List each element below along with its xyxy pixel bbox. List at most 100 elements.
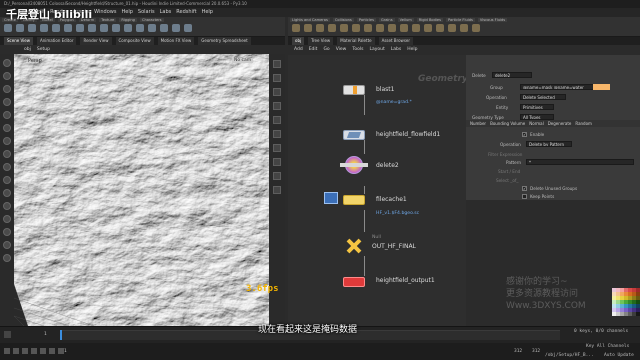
spray-paint-tool-icon[interactable] <box>124 24 132 32</box>
range-end-global[interactable]: 312 <box>532 349 540 354</box>
sphere-tool-icon[interactable] <box>16 24 24 32</box>
parameter-tab-2[interactable]: Normal <box>529 120 543 127</box>
curve-tool-icon[interactable] <box>100 24 108 32</box>
network-menu-item-4[interactable]: Tools <box>352 45 363 55</box>
delete-unused-checkbox[interactable]: ✓ <box>522 186 527 191</box>
auto-update-button[interactable]: Auto Update <box>604 353 634 358</box>
null-tool-icon[interactable] <box>64 24 72 32</box>
display-options-icon[interactable] <box>273 60 281 68</box>
shelf-tab-1[interactable]: Collisions <box>332 18 354 22</box>
scene-viewport[interactable]: Persp No cam <box>14 54 269 326</box>
node-body[interactable] <box>343 277 365 287</box>
move-tool-icon[interactable] <box>3 72 11 80</box>
environment-light-tool-icon[interactable] <box>376 24 384 32</box>
snap-tool-icon[interactable] <box>3 150 11 158</box>
torus-tool-icon[interactable] <box>40 24 48 32</box>
timeline-cursor[interactable] <box>60 330 62 340</box>
playback-menu-icon[interactable] <box>4 331 11 338</box>
pane-tab-0[interactable]: Scene View <box>4 37 33 45</box>
entity-dropdown[interactable]: Primitives <box>520 104 554 110</box>
network-menu-item-1[interactable]: Edit <box>309 45 318 55</box>
play-icon[interactable] <box>40 348 46 354</box>
shelf-tab-6[interactable]: Particle Fluids <box>446 18 475 22</box>
grid-snap-icon[interactable] <box>3 254 11 262</box>
view-tool-icon[interactable] <box>3 137 11 145</box>
pane-tab-3[interactable]: Asset Browser <box>378 37 414 45</box>
network-menu-item-0[interactable]: Add <box>294 45 303 55</box>
viewport-camera-menu[interactable]: No cam <box>232 58 254 63</box>
menu-item-9[interactable]: Help <box>202 8 213 17</box>
network-menu-item-7[interactable]: Help <box>407 45 417 55</box>
point-select-icon[interactable] <box>3 176 11 184</box>
file-tool-icon[interactable] <box>184 24 192 32</box>
key-all-channels-button[interactable]: Key All Channels <box>586 344 629 349</box>
grid-tool-icon[interactable] <box>52 24 60 32</box>
node-body[interactable] <box>343 195 365 205</box>
shelf-tab-5[interactable]: Texture <box>99 18 117 22</box>
network-menu-item-3[interactable]: View <box>336 45 347 55</box>
pane-tab-5[interactable]: Geometry Spreadsheet <box>198 37 251 45</box>
face-select-icon[interactable] <box>3 202 11 210</box>
normals-icon[interactable] <box>273 130 281 138</box>
edge-select-icon[interactable] <box>3 189 11 197</box>
metaball-tool-icon[interactable] <box>172 24 180 32</box>
stereo-camera-tool-icon[interactable] <box>448 24 456 32</box>
sky-light-tool-icon[interactable] <box>388 24 396 32</box>
menu-item-7[interactable]: Labs <box>160 8 172 17</box>
path-tool-icon[interactable] <box>112 24 120 32</box>
scale-tool-icon[interactable] <box>3 98 11 106</box>
shelf-tab-4[interactable]: Vellum <box>397 18 414 22</box>
object-select-icon[interactable] <box>3 215 11 223</box>
wireframe-icon[interactable] <box>273 74 281 82</box>
play-reverse-icon[interactable] <box>22 348 28 354</box>
range-start[interactable]: 1 <box>64 349 67 354</box>
network-editor[interactable] <box>288 55 466 326</box>
shelf-tab-5[interactable]: Rigid Bodies <box>416 18 443 22</box>
operation-dropdown[interactable]: Delete Selected <box>520 94 566 100</box>
menu-item-8[interactable]: Redshift <box>176 8 196 17</box>
ambient-light-tool-icon[interactable] <box>436 24 444 32</box>
skip-start-icon[interactable] <box>4 348 10 354</box>
color-palette[interactable] <box>612 288 640 324</box>
visibility-icon[interactable] <box>3 241 11 249</box>
lsystem-tool-icon[interactable] <box>160 24 168 32</box>
viewport-node[interactable]: Setup <box>37 45 50 54</box>
frame-icon[interactable] <box>273 186 281 194</box>
gi-light-tool-icon[interactable] <box>400 24 408 32</box>
camera-icon[interactable] <box>273 158 281 166</box>
pane-tab-4[interactable]: Motion FX View <box>157 37 195 45</box>
op-dropdown[interactable]: Delete by Pattern <box>526 141 572 147</box>
color-swatch[interactable] <box>636 312 640 316</box>
network-menu-item-5[interactable]: Layout <box>369 45 384 55</box>
viewport-path[interactable]: obj <box>24 45 31 54</box>
parameter-tab-3[interactable]: Degenerate <box>548 120 572 127</box>
point-light-tool-icon[interactable] <box>304 24 312 32</box>
area-light-tool-icon[interactable] <box>328 24 336 32</box>
pattern-field[interactable]: * <box>526 159 634 165</box>
viewport-camera-label[interactable]: Persp <box>28 58 42 64</box>
box-tool-icon[interactable] <box>4 24 12 32</box>
step-back-icon[interactable] <box>13 348 19 354</box>
node-name-field[interactable]: delete2 <box>492 72 532 78</box>
menu-item-4[interactable]: Windows <box>94 8 116 17</box>
parameter-tab-1[interactable]: Bounding Volume <box>490 120 525 127</box>
ghost-icon[interactable] <box>273 116 281 124</box>
keep-points-checkbox[interactable] <box>522 194 527 199</box>
shelf-tab-3[interactable]: Grains <box>378 18 395 22</box>
shelf-tab-6[interactable]: Rigging <box>119 18 137 22</box>
camera-tool-icon[interactable] <box>292 24 300 32</box>
shelf-tab-7[interactable]: Characters <box>139 18 164 22</box>
point-numbers-icon[interactable] <box>273 144 281 152</box>
secure-select-icon[interactable] <box>3 228 11 236</box>
shelf-tab-7[interactable]: Viscous Fluids <box>477 18 508 22</box>
pane-tab-2[interactable]: Render View <box>80 37 112 45</box>
lighting-icon[interactable] <box>273 102 281 110</box>
pose-tool-icon[interactable] <box>3 124 11 132</box>
portal-light-tool-icon[interactable] <box>424 24 432 32</box>
handle-tool-icon[interactable] <box>3 111 11 119</box>
shelf-tab-2[interactable]: Particles <box>356 18 376 22</box>
pane-tab-1[interactable]: Tree View <box>308 37 334 45</box>
home-icon[interactable] <box>273 172 281 180</box>
pane-tab-3[interactable]: Composite View <box>115 37 154 45</box>
vr-camera-tool-icon[interactable] <box>460 24 468 32</box>
